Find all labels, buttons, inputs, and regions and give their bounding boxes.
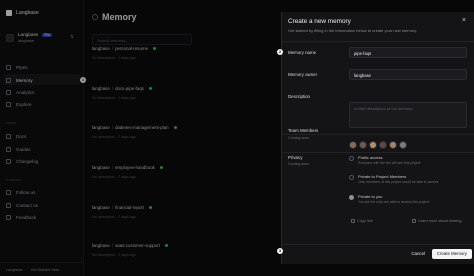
- question-icon: [412, 219, 416, 223]
- memory-name-input[interactable]: pipe-faqs: [349, 47, 467, 58]
- copy-link-button[interactable]: Copy link: [351, 219, 373, 223]
- divider: [282, 41, 474, 42]
- team-members-label: Team Members: [288, 128, 319, 133]
- divider: [282, 134, 474, 135]
- step-marker: 3: [277, 248, 283, 254]
- avatar[interactable]: [379, 141, 387, 149]
- app-window: Langbase Langbase Pro langbase ⇅ Pipes M…: [0, 0, 474, 276]
- dialog-description: Get started by filling in the informatio…: [288, 28, 418, 33]
- avatar[interactable]: [349, 141, 357, 149]
- radio-button[interactable]: [349, 175, 354, 180]
- privacy-sublabel: Coming soon: [288, 162, 310, 166]
- link-icon: [351, 219, 355, 223]
- close-icon[interactable]: ×: [462, 17, 466, 24]
- memory-name-label: Memory name: [288, 50, 317, 55]
- dialog-footer: Cancel Create Memory: [282, 244, 474, 264]
- step-marker: 2: [277, 49, 283, 55]
- description-textarea[interactable]: A brief description of the memory: [349, 102, 467, 128]
- avatar[interactable]: [369, 141, 377, 149]
- avatar[interactable]: [359, 141, 367, 149]
- privacy-option-project-members[interactable]: Private to Project Members Only members o…: [349, 174, 438, 184]
- avatar[interactable]: [389, 141, 397, 149]
- cancel-button[interactable]: Cancel: [411, 251, 425, 256]
- memory-owner-label: Memory owner: [288, 72, 318, 77]
- radio-button-checked[interactable]: [349, 195, 354, 200]
- create-memory-dialog: Create a new memory Get started by filli…: [281, 12, 474, 264]
- memory-owner-select[interactable]: langbase: [349, 69, 467, 80]
- learn-more-link[interactable]: Learn more about sharing: [412, 219, 461, 223]
- divider: [282, 152, 474, 153]
- privacy-option-private[interactable]: Private to you You are the only one able …: [349, 194, 429, 204]
- team-members-sublabel: Coming soon: [288, 136, 310, 140]
- avatar[interactable]: [399, 141, 407, 149]
- team-avatars: [349, 141, 407, 149]
- description-label: Description: [288, 94, 310, 99]
- privacy-label: Privacy: [288, 155, 303, 160]
- dialog-title: Create a new memory: [288, 18, 351, 25]
- privacy-option-public[interactable]: Public access Everyone with the link will…: [349, 155, 420, 165]
- create-memory-button[interactable]: Create Memory: [431, 249, 472, 259]
- radio-button[interactable]: [349, 156, 354, 161]
